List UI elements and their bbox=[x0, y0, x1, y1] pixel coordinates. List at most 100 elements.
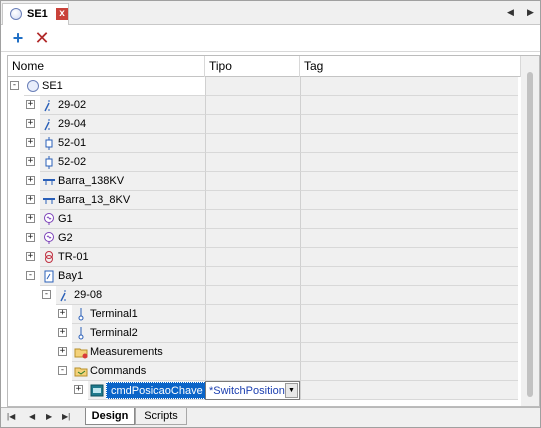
expand-toggle-icon[interactable]: + bbox=[58, 309, 67, 318]
collapse-toggle-icon[interactable]: - bbox=[42, 290, 51, 299]
nome-cell[interactable]: + Terminal2 bbox=[8, 324, 205, 343]
expand-toggle-icon[interactable]: + bbox=[58, 347, 67, 356]
document-tab-se1[interactable]: SE1 x bbox=[2, 3, 69, 25]
expand-toggle-icon[interactable]: + bbox=[58, 328, 67, 337]
tree-item-label[interactable]: 29-04 bbox=[58, 118, 86, 130]
nome-cell[interactable]: - Commands bbox=[8, 362, 205, 381]
tree-item-label[interactable]: Barra_13_8KV bbox=[58, 194, 130, 206]
expand-toggle-icon[interactable]: + bbox=[74, 385, 83, 394]
nome-cell[interactable]: +52-02 bbox=[8, 153, 205, 172]
tag-cell[interactable] bbox=[300, 343, 518, 362]
tag-cell[interactable] bbox=[300, 305, 518, 324]
collapse-toggle-icon[interactable]: - bbox=[58, 366, 67, 375]
tag-cell[interactable] bbox=[300, 229, 518, 248]
tree-row[interactable]: - 29-08 bbox=[8, 286, 518, 305]
tab-design[interactable]: Design bbox=[85, 408, 135, 425]
column-header-tag[interactable]: Tag bbox=[300, 56, 521, 77]
tag-cell[interactable] bbox=[300, 172, 518, 191]
tag-cell[interactable] bbox=[300, 248, 518, 267]
tipo-cell[interactable] bbox=[205, 77, 300, 96]
tipo-cell[interactable] bbox=[205, 96, 300, 115]
tree-row[interactable]: - SE1 bbox=[8, 77, 518, 96]
nome-cell[interactable]: +29-04 bbox=[8, 115, 205, 134]
tipo-cell[interactable] bbox=[205, 286, 300, 305]
tipo-combo-value[interactable]: *SwitchPosition bbox=[209, 385, 285, 397]
tag-cell[interactable] bbox=[300, 362, 518, 381]
last-sheet-icon[interactable]: ▶| bbox=[62, 412, 70, 421]
tree-item-label[interactable]: Terminal1 bbox=[90, 308, 138, 320]
nome-cell[interactable]: - SE1 bbox=[8, 77, 205, 96]
collapse-toggle-icon[interactable]: - bbox=[26, 271, 35, 280]
nome-cell[interactable]: + G1 bbox=[8, 210, 205, 229]
tree-item-label[interactable]: Measurements bbox=[90, 346, 163, 358]
nome-cell[interactable]: + Terminal1 bbox=[8, 305, 205, 324]
tree-item-label[interactable]: SE1 bbox=[42, 80, 63, 92]
tab-scripts[interactable]: Scripts bbox=[135, 408, 187, 425]
first-sheet-icon[interactable]: |◀ bbox=[7, 412, 15, 421]
tipo-cell[interactable] bbox=[205, 267, 300, 286]
tree-row[interactable]: + Terminal1 bbox=[8, 305, 518, 324]
tag-cell[interactable] bbox=[300, 134, 518, 153]
tree-item-label[interactable]: cmdPosicaoChave bbox=[106, 382, 208, 399]
nome-cell[interactable]: + Barra_13_8KV bbox=[8, 191, 205, 210]
tag-cell[interactable] bbox=[300, 267, 518, 286]
tag-cell[interactable] bbox=[300, 96, 518, 115]
nome-cell[interactable]: + Barra_138KV bbox=[8, 172, 205, 191]
tree-item-label[interactable]: G2 bbox=[58, 232, 73, 244]
nome-cell[interactable]: + TR-01 bbox=[8, 248, 205, 267]
tree-item-label[interactable]: 29-02 bbox=[58, 99, 86, 111]
column-header-tipo[interactable]: Tipo bbox=[205, 56, 300, 77]
tipo-cell[interactable] bbox=[205, 305, 300, 324]
nome-cell[interactable]: + G2 bbox=[8, 229, 205, 248]
tree-row[interactable]: +52-01 bbox=[8, 134, 518, 153]
tipo-cell[interactable] bbox=[205, 210, 300, 229]
close-tab-icon[interactable]: x bbox=[56, 8, 68, 20]
tipo-cell[interactable] bbox=[205, 229, 300, 248]
tree-row[interactable]: - Bay1 bbox=[8, 267, 518, 286]
tag-cell[interactable] bbox=[300, 210, 518, 229]
tree-item-label[interactable]: Terminal2 bbox=[90, 327, 138, 339]
tipo-cell[interactable] bbox=[205, 172, 300, 191]
tipo-cell[interactable] bbox=[205, 115, 300, 134]
expand-toggle-icon[interactable]: + bbox=[26, 138, 35, 147]
tree-item-label[interactable]: TR-01 bbox=[58, 251, 89, 263]
tree-row[interactable]: + Terminal2 bbox=[8, 324, 518, 343]
vertical-scrollbar[interactable] bbox=[521, 56, 539, 406]
column-header-nome[interactable]: Nome bbox=[8, 56, 205, 77]
next-sheet-icon[interactable]: ▶ bbox=[46, 412, 52, 421]
tree-item-label[interactable]: G1 bbox=[58, 213, 73, 225]
tree-row[interactable]: +52-02 bbox=[8, 153, 518, 172]
tab-scroll-left-icon[interactable]: ◀ bbox=[507, 7, 514, 18]
tipo-cell[interactable] bbox=[205, 343, 300, 362]
tag-cell[interactable] bbox=[300, 77, 518, 96]
expand-toggle-icon[interactable]: + bbox=[26, 233, 35, 242]
tipo-cell[interactable] bbox=[205, 153, 300, 172]
scrollbar-thumb[interactable] bbox=[527, 72, 533, 397]
nome-cell[interactable]: + cmdPosicaoChave bbox=[8, 381, 208, 400]
tree-row[interactable]: +29-04 bbox=[8, 115, 518, 134]
tree-row[interactable]: - Commands bbox=[8, 362, 518, 381]
tipo-combo-editor[interactable]: *SwitchPosition ▼ bbox=[205, 381, 300, 400]
nome-cell[interactable]: + Measurements bbox=[8, 343, 205, 362]
tree-row[interactable]: + G1 bbox=[8, 210, 518, 229]
tab-scroll-right-icon[interactable]: ▶ bbox=[527, 7, 534, 18]
tree-item-label[interactable]: Commands bbox=[90, 365, 146, 377]
tree-row[interactable]: +29-02 bbox=[8, 96, 518, 115]
tree-item-label[interactable]: Bay1 bbox=[58, 270, 83, 282]
tree-row[interactable]: + Barra_138KV bbox=[8, 172, 518, 191]
dropdown-arrow-icon[interactable]: ▼ bbox=[285, 383, 298, 398]
tree-item-label[interactable]: 52-02 bbox=[58, 156, 86, 168]
tipo-cell[interactable] bbox=[205, 362, 300, 381]
tree-item-label[interactable]: 52-01 bbox=[58, 137, 86, 149]
tree-row[interactable]: + Barra_13_8KV bbox=[8, 191, 518, 210]
tipo-cell[interactable] bbox=[205, 248, 300, 267]
tag-cell[interactable] bbox=[300, 381, 518, 400]
prev-sheet-icon[interactable]: ◀ bbox=[29, 412, 35, 421]
tag-cell[interactable] bbox=[300, 324, 518, 343]
expand-toggle-icon[interactable]: + bbox=[26, 214, 35, 223]
expand-toggle-icon[interactable]: + bbox=[26, 157, 35, 166]
tipo-cell[interactable] bbox=[205, 134, 300, 153]
tipo-cell[interactable] bbox=[205, 324, 300, 343]
tree-item-label[interactable]: Barra_138KV bbox=[58, 175, 124, 187]
tree-row[interactable]: + G2 bbox=[8, 229, 518, 248]
